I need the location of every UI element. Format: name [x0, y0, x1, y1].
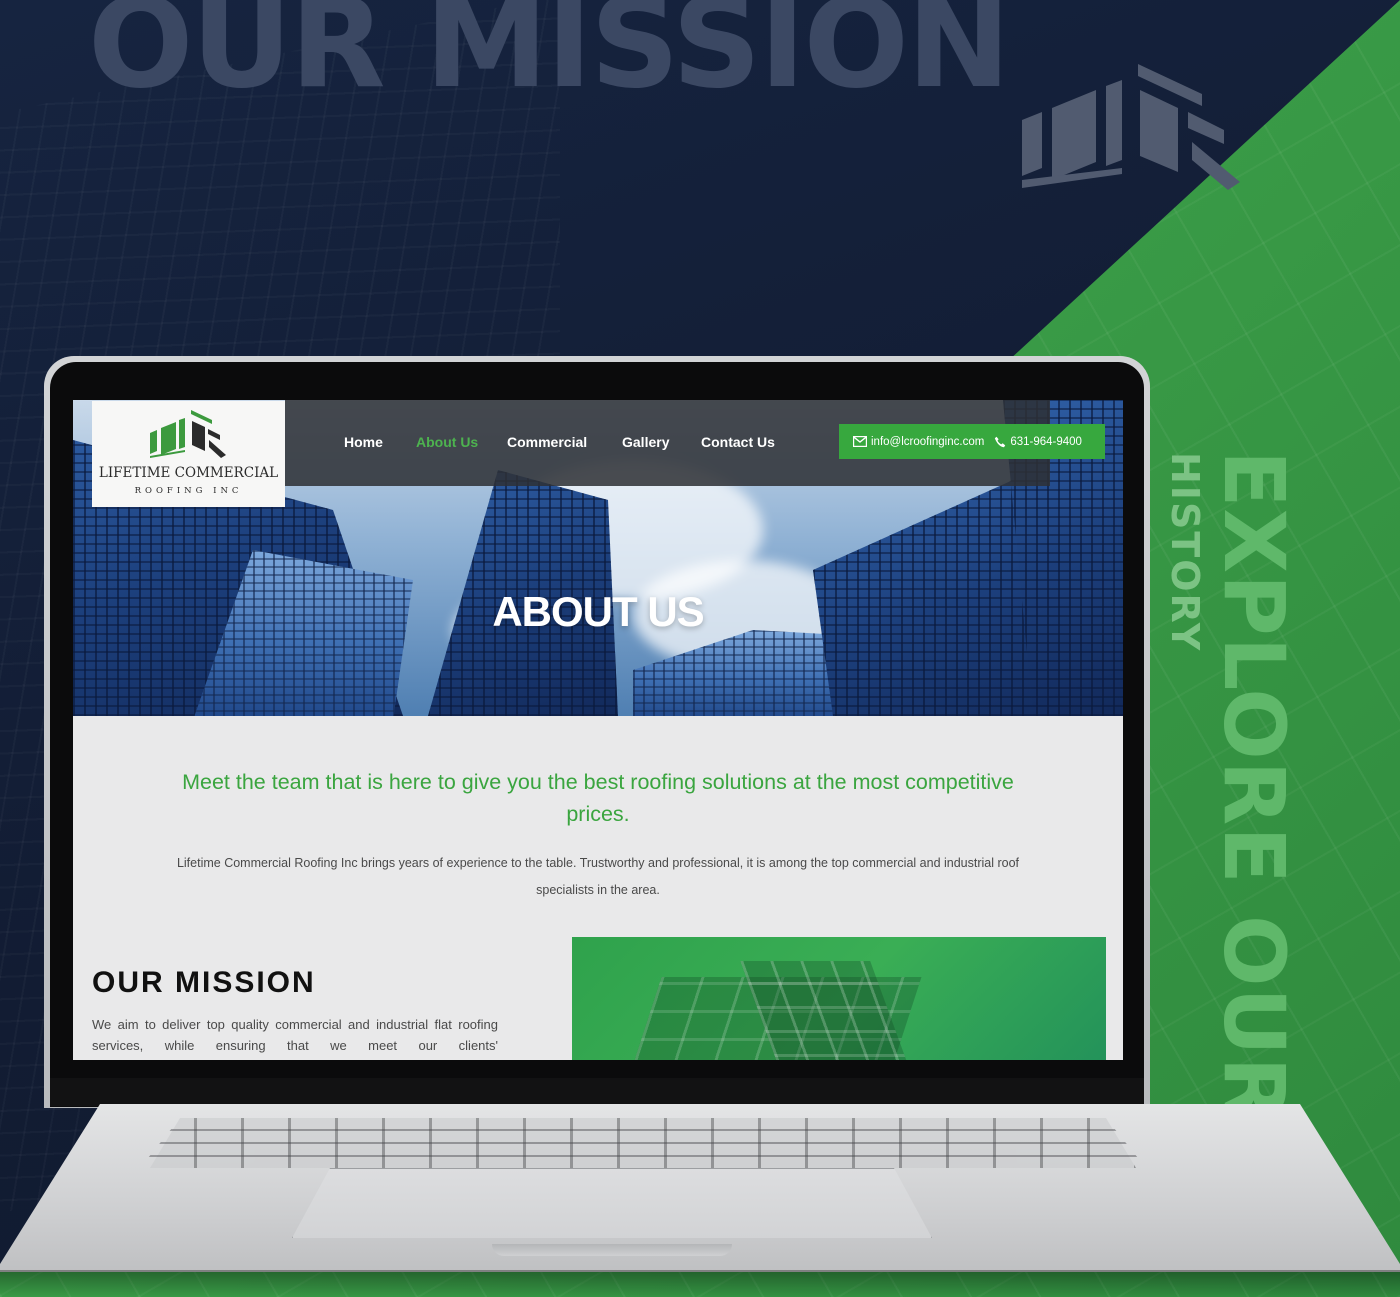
roofing-logo-icon: [1022, 64, 1240, 190]
laptop-notch: [492, 1244, 732, 1256]
contact-email[interactable]: info@lcroofinginc.com: [871, 436, 984, 448]
laptop-screen: LIFETIME COMMERCIAL ROOFING INC Home Abo…: [73, 400, 1123, 1060]
phone-icon: [995, 436, 1006, 447]
roofing-logo-icon: [150, 410, 226, 458]
trackpad: [292, 1168, 932, 1238]
tagline: Meet the team that is here to give you t…: [182, 770, 1014, 826]
contact-button[interactable]: info@lcroofinginc.com 631-964-9400: [839, 424, 1105, 459]
hero-title: ABOUT US: [492, 588, 704, 635]
backdrop-title: OUR MISSION: [88, 0, 1011, 116]
nav-item-about-us[interactable]: About Us: [416, 434, 478, 450]
explore-our-vertical-text: EXPLORE OUR: [1205, 450, 1303, 1123]
envelope-icon: [853, 436, 867, 447]
logo-text-primary: LIFETIME COMMERCIAL: [98, 465, 279, 481]
logo-text-secondary: ROOFING INC: [134, 486, 243, 496]
site-logo[interactable]: LIFETIME COMMERCIAL ROOFING INC: [92, 401, 285, 507]
nav-item-home[interactable]: Home: [344, 434, 383, 450]
nav-item-gallery[interactable]: Gallery: [622, 434, 669, 450]
mission-building-image: [572, 937, 1106, 1060]
hero-banner: LIFETIME COMMERCIAL ROOFING INC Home Abo…: [73, 400, 1123, 716]
laptop-shadow: [0, 1270, 1400, 1297]
nav-item-contact-us[interactable]: Contact Us: [701, 434, 775, 450]
contact-phone[interactable]: 631-964-9400: [1010, 436, 1082, 448]
keyboard-rows: [140, 1118, 1146, 1168]
mission-heading: OUR MISSION: [92, 966, 316, 999]
history-vertical-text: HISTORY: [1163, 452, 1207, 653]
laptop-hinge: [50, 1078, 1144, 1106]
nav-item-commercial[interactable]: Commercial: [507, 434, 587, 450]
mission-text: We aim to deliver top quality commercial…: [92, 1017, 498, 1053]
intro-paragraph: Lifetime Commercial Roofing Inc brings y…: [176, 856, 1020, 897]
